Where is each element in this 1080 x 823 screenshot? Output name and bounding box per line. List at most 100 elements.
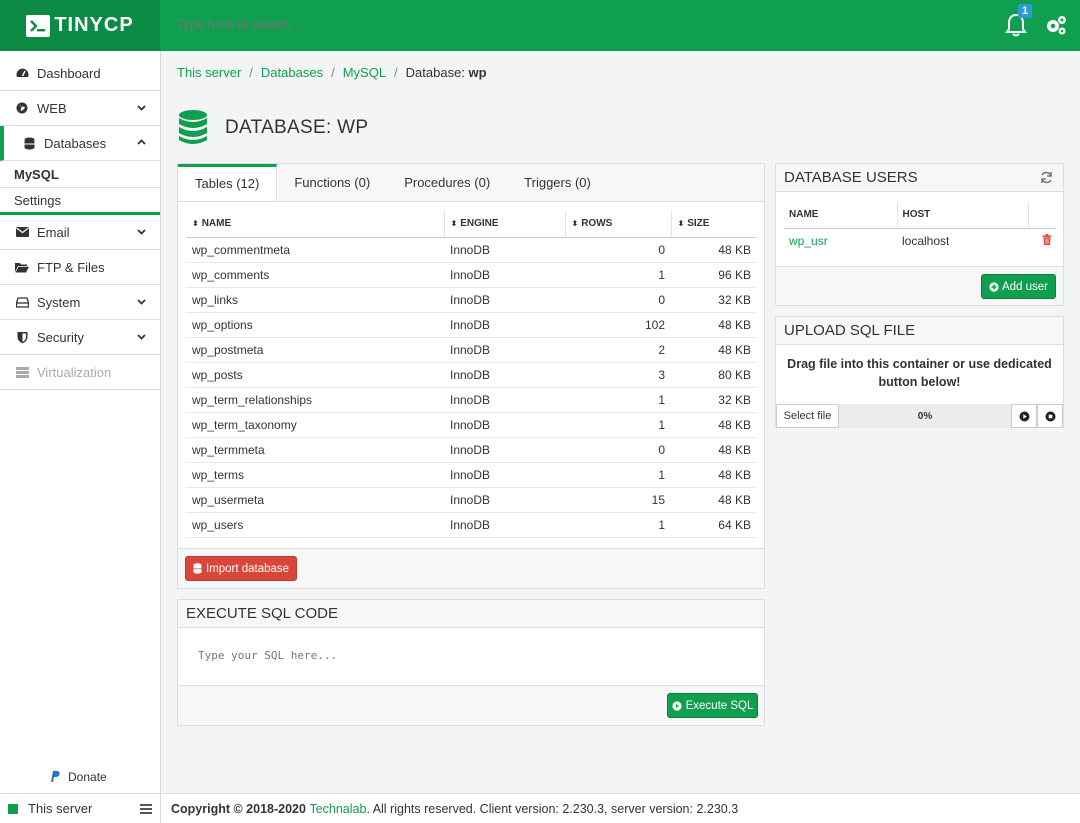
refresh-icon[interactable] <box>1040 171 1053 184</box>
table-row[interactable]: wp_commentmeta InnoDB 0 48 KB <box>186 237 757 263</box>
sidebar-item-email[interactable]: Email <box>0 215 160 250</box>
upload-instructions: Drag file into this container or use ded… <box>787 357 1052 389</box>
database-icon <box>179 110 207 144</box>
tables-panel: Tables (12) Functions (0) Procedures (0)… <box>177 163 765 589</box>
table-row[interactable]: wp_term_taxonomy InnoDB 1 48 KB <box>186 412 757 438</box>
cell-rows: 1 <box>565 512 671 538</box>
sidebar-item-label: Databases <box>44 135 107 151</box>
breadcrumb-databases[interactable]: Databases <box>261 65 323 80</box>
sidebar-item-web[interactable]: WEB <box>0 91 160 126</box>
cell-size: 48 KB <box>671 412 757 438</box>
table-row[interactable]: wp_terms InnoDB 1 48 KB <box>186 462 757 488</box>
upload-sql-panel[interactable]: UPLOAD SQL FILE Drag file into this cont… <box>775 316 1064 428</box>
cell-name: wp_term_relationships <box>186 387 444 413</box>
table-row[interactable]: wp_users InnoDB 1 64 KB <box>186 512 757 538</box>
sort-icon: ⬍ <box>677 218 685 228</box>
trash-icon[interactable] <box>1042 233 1052 245</box>
sidebar-item-label: Virtualization <box>37 364 112 380</box>
sidebar-subitem-settings[interactable]: Settings <box>0 188 160 215</box>
breadcrumb-mysql[interactable]: MySQL <box>343 65 386 80</box>
cell-rows: 1 <box>565 387 671 413</box>
sidebar-item-dashboard[interactable]: Dashboard <box>0 56 160 91</box>
execute-sql-button[interactable]: Execute SQL <box>667 693 758 718</box>
cell-name: wp_usermeta <box>186 487 444 513</box>
cell-size: 48 KB <box>671 487 757 513</box>
tab-functions[interactable]: Functions (0) <box>277 164 387 201</box>
logo[interactable]: TINYCP <box>0 0 160 51</box>
execute-sql-title: EXECUTE SQL CODE <box>178 600 764 628</box>
cell-name: wp_terms <box>186 462 444 488</box>
import-database-button[interactable]: Import database <box>185 556 297 581</box>
cell-name: wp_links <box>186 287 444 313</box>
upload-start-button[interactable] <box>1011 404 1037 428</box>
column-header-rows[interactable]: ⬍ ROWS <box>564 210 671 238</box>
add-user-button[interactable]: Add user <box>981 274 1056 299</box>
sidebar: Dashboard WEB Databases MySQL Settings E… <box>0 51 161 823</box>
cell-rows: 0 <box>565 287 671 313</box>
table-row[interactable]: wp_comments InnoDB 1 96 KB <box>186 262 757 288</box>
tab-bar: Tables (12) Functions (0) Procedures (0)… <box>178 164 764 202</box>
cell-rows: 1 <box>565 262 671 288</box>
cell-rows: 0 <box>565 237 671 263</box>
server-list-icon[interactable] <box>140 804 152 814</box>
sql-input[interactable] <box>178 629 764 686</box>
sidebar-item-label: System <box>37 294 81 310</box>
cell-name: wp_comments <box>186 262 444 288</box>
cell-engine: InnoDB <box>444 412 565 438</box>
tab-triggers[interactable]: Triggers (0) <box>507 164 608 201</box>
column-header-size[interactable]: ⬍ SIZE <box>670 210 757 238</box>
sidebar-item-ftp-files[interactable]: FTP & Files <box>0 250 160 285</box>
table-row[interactable]: wp_options InnoDB 102 48 KB <box>186 312 757 338</box>
footer-company-link[interactable]: Technalab <box>309 802 366 816</box>
footer-version: . All rights reserved. Client version: 2… <box>366 802 739 816</box>
table-row[interactable]: wp_posts InnoDB 3 80 KB <box>186 362 757 388</box>
user-name-link[interactable]: wp_usr <box>789 234 828 248</box>
cell-rows: 102 <box>565 312 671 338</box>
column-header-name[interactable]: ⬍ NAME <box>186 210 444 238</box>
cell-rows: 2 <box>565 337 671 363</box>
table-row[interactable]: wp_term_relationships InnoDB 1 32 KB <box>186 387 757 413</box>
sidebar-item-security[interactable]: Security <box>0 320 160 355</box>
chevron-down-icon <box>137 334 146 340</box>
upload-stop-button[interactable] <box>1037 404 1063 428</box>
table-row[interactable]: wp_links InnoDB 0 32 KB <box>186 287 757 313</box>
upload-sql-title: UPLOAD SQL FILE <box>776 317 1063 345</box>
cell-engine: InnoDB <box>444 437 565 463</box>
breadcrumb-this-server[interactable]: This server <box>177 65 241 80</box>
cell-name: wp_posts <box>186 362 444 388</box>
plus-circle-icon <box>989 281 999 292</box>
sidebar-item-label: WEB <box>37 100 67 116</box>
breadcrumb: This server / Databases / MySQL / Database: wp <box>177 65 487 80</box>
chevron-up-icon <box>137 139 146 145</box>
table-row[interactable]: wp_postmeta InnoDB 2 48 KB <box>186 337 757 363</box>
column-header-engine[interactable]: ⬍ ENGINE <box>443 210 565 238</box>
import-database-label: Import database <box>205 562 290 575</box>
donate-link[interactable]: Donate <box>50 770 107 784</box>
footer-copyright: Copyright © 2018-2020 <box>171 802 310 816</box>
notification-badge: 1 <box>1018 4 1033 18</box>
select-file-button[interactable]: Select file <box>776 404 839 428</box>
sidebar-item-databases[interactable]: Databases <box>0 126 160 161</box>
cell-size: 48 KB <box>671 462 757 488</box>
gears-icon[interactable] <box>1044 13 1068 37</box>
add-user-label: Add user <box>1001 280 1049 293</box>
cell-size: 32 KB <box>671 287 757 313</box>
server-label: This server <box>28 801 93 816</box>
table-row[interactable]: wp_usermeta InnoDB 15 48 KB <box>186 487 757 513</box>
cell-size: 80 KB <box>671 362 757 388</box>
database-users-panel: DATABASE USERS NAME HOST wp_usr localhos… <box>775 163 1064 306</box>
cell-name: wp_options <box>186 312 444 338</box>
tab-procedures[interactable]: Procedures (0) <box>387 164 507 201</box>
sidebar-item-label: FTP & Files <box>37 259 105 275</box>
search-input[interactable] <box>176 17 676 32</box>
hdd-icon <box>15 295 29 309</box>
tab-tables[interactable]: Tables (12) <box>178 164 278 201</box>
sidebar-item-system[interactable]: System <box>0 285 160 320</box>
cell-rows: 1 <box>565 462 671 488</box>
server-selector[interactable]: This server <box>0 793 160 823</box>
table-row[interactable]: wp_termmeta InnoDB 0 48 KB <box>186 437 757 463</box>
cell-engine: InnoDB <box>444 512 565 538</box>
sidebar-subitem-mysql[interactable]: MySQL <box>0 161 160 188</box>
cell-rows: 15 <box>565 487 671 513</box>
tables-footer: Import database <box>178 548 764 588</box>
